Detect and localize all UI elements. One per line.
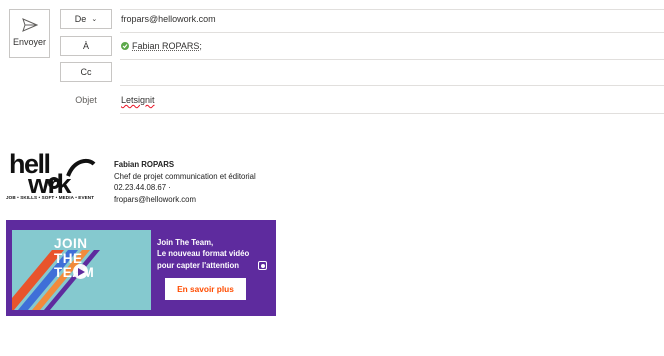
verified-check-icon: [121, 42, 129, 50]
signature-name: Fabian ROPARS: [114, 160, 175, 169]
from-divider: [120, 9, 664, 10]
from-bottom-divider: [120, 32, 664, 33]
from-button-label: De: [74, 14, 87, 24]
to-button[interactable]: À: [60, 36, 112, 56]
logo-o-icon: [48, 177, 60, 189]
hellowork-logo: hell wrk JOB • SKILLS • SOFT • MEDIA • E…: [6, 151, 102, 204]
logo-swoosh-icon: [66, 158, 96, 177]
learn-more-button[interactable]: En savoir plus: [165, 278, 246, 300]
banner-line-2: Le nouveau format vidéo: [157, 249, 250, 259]
play-icon[interactable]: [73, 264, 88, 279]
banner-text: Join The Team, Le nouveau format vidéo p…: [157, 237, 249, 271]
send-icon: [21, 18, 38, 32]
cc-button-label: Cc: [80, 67, 92, 77]
logo-tagline: JOB • SKILLS • SOFT • MEDIA • EVENT: [6, 195, 95, 200]
to-field[interactable]: Fabian ROPARS;: [121, 41, 202, 51]
cc-button[interactable]: Cc: [60, 62, 112, 82]
from-value: fropars@hellowork.com: [121, 14, 216, 24]
thumbnail-title-line-2: THE: [54, 250, 83, 266]
to-button-label: À: [82, 41, 89, 51]
thumbnail-title-line-1: JOIN: [54, 236, 88, 251]
banner-line-1: Join The Team,: [157, 238, 214, 247]
subject-field[interactable]: Letsignit: [121, 95, 155, 105]
signature-block: Fabian ROPARS Chef de projet communicati…: [114, 159, 256, 205]
signature-phone: 02.23.44.08.67 ·: [114, 183, 171, 193]
promo-banner[interactable]: JOIN THE TEAM Join The Team, Le nouveau …: [6, 220, 276, 316]
signature-job-title: Chef de projet communication et éditoria…: [114, 171, 256, 181]
cc-divider: [120, 85, 664, 86]
signature-email[interactable]: fropars@hellowork.com: [114, 194, 256, 206]
recipient-chip[interactable]: Fabian ROPARS;: [132, 41, 202, 51]
send-button[interactable]: Envoyer: [9, 9, 50, 58]
video-thumbnail[interactable]: JOIN THE TEAM: [12, 230, 151, 310]
subject-label: Objet: [75, 95, 97, 105]
to-divider: [120, 59, 664, 60]
from-button[interactable]: De ⌄: [60, 9, 112, 29]
chevron-down-icon: ⌄: [91, 16, 98, 23]
banner-line-3: pour capter l'attention: [157, 260, 239, 270]
subject-divider: [120, 113, 664, 114]
send-label: Envoyer: [12, 37, 47, 47]
video-camera-icon: [258, 261, 267, 270]
